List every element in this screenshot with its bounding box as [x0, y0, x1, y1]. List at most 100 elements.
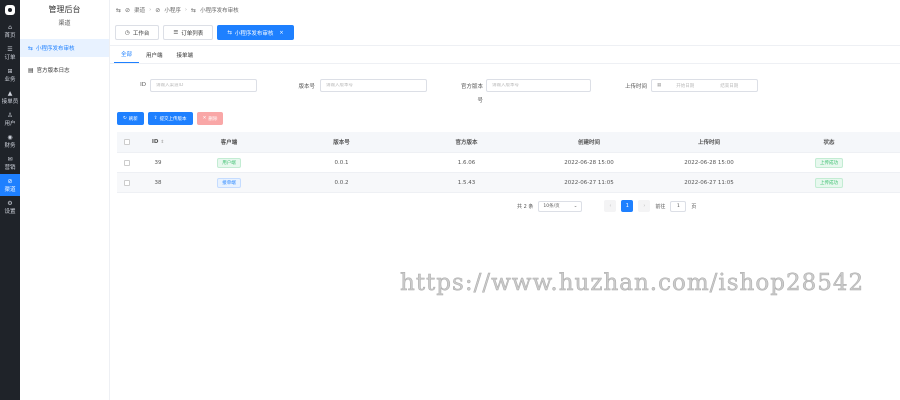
rail-item-chart[interactable]: ▲ 接单员 [0, 86, 20, 108]
subtab-user-client[interactable]: 用户端 [139, 46, 170, 63]
prev-page-button[interactable]: ‹ [604, 200, 617, 212]
rail-item-label: 用户 [4, 120, 16, 127]
start-date-placeholder: 开始日期 [676, 83, 695, 89]
chart-icon: ▲ [7, 89, 13, 97]
next-page-button[interactable]: › [638, 200, 651, 212]
column-header-id[interactable]: ID ⇕ [137, 139, 179, 145]
client-tag: 用户端 [217, 157, 241, 168]
main-nav-rail: ⌂ 首页 ☰ 订单 ⊞ 业务 ▲ 接单员 ♙ 用户 ◉ 财务 ✉ 营销 ⊘ 渠道 ⚙ 设置 [0, 0, 20, 400]
tab-order-list[interactable]: ☰ 订单列表 [163, 25, 214, 40]
sidebar-item-version-log[interactable]: ▤ 官方版本日志 [20, 61, 109, 79]
rail-item-label: 首页 [4, 32, 16, 39]
goto-label: 前往 [655, 203, 666, 210]
rail-item-label: 设置 [4, 208, 16, 215]
tab-workbench[interactable]: ◷ 工作台 [115, 25, 160, 40]
rail-item-finance[interactable]: ◉ 财务 [0, 130, 20, 152]
column-header-created-time: 创建时间 [577, 140, 600, 146]
row-checkbox[interactable] [117, 179, 137, 186]
submit-upload-button[interactable]: ⇧ 提交上传版本 [147, 112, 193, 125]
home-icon: ⌂ [8, 23, 12, 31]
rail-item-label: 财务 [4, 142, 16, 149]
marketing-icon: ✉ [7, 155, 13, 163]
official-version-input-box [486, 79, 591, 92]
submit-upload-label: 提交上传版本 [159, 116, 187, 122]
sidebar-item-label: 小程序发布审核 [36, 46, 75, 52]
column-header-official-version: 官方版本 [455, 140, 478, 146]
rail-item-order[interactable]: ☰ 订单 [0, 42, 20, 64]
order-icon: ☰ [7, 45, 13, 53]
breadcrumb-separator: › [184, 7, 188, 13]
delete-button[interactable]: ✕ 删除 [196, 112, 224, 125]
close-icon[interactable]: × [279, 30, 283, 36]
select-all-checkbox[interactable] [117, 139, 137, 145]
cell-official-version: 1.6.06 [457, 159, 476, 166]
watermark-text: https://www.huzhan.com/ishop28542 [400, 270, 865, 297]
sidebar-item-miniapp-review[interactable]: ⇆ 小程序发布审核 [20, 39, 109, 57]
cell-client: 用户端 [179, 157, 279, 168]
page-number-current[interactable]: 1 [621, 200, 634, 212]
user-icon: ♙ [7, 111, 13, 119]
total-count: 共 2 条 [517, 203, 534, 210]
refresh-button[interactable]: ↻ 刷新 [117, 112, 144, 125]
id-input[interactable] [156, 83, 256, 88]
cell-created-time: 2022-06-28 15:00 [564, 159, 614, 166]
breadcrumb-item[interactable]: 渠道 [134, 6, 145, 14]
rail-item-user[interactable]: ♙ 用户 [0, 108, 20, 130]
rail-item-business[interactable]: ⊞ 业务 [0, 64, 20, 86]
column-header-status: 状态 [823, 140, 835, 146]
cell-status: 上传成功 [769, 177, 889, 188]
subtab-worker-client[interactable]: 接单端 [170, 46, 201, 63]
rail-item-label: 订单 [4, 54, 16, 61]
cell-upload-time: 2022-06-27 11:05 [684, 179, 734, 186]
rail-item-home[interactable]: ⌂ 首页 [0, 20, 20, 42]
status-badge: 上传成功 [815, 177, 843, 188]
tab-label: 工作台 [132, 30, 150, 37]
switch-icon: ⇆ [227, 29, 232, 36]
delete-label: 删除 [208, 116, 218, 122]
client-filter-tabs: 全部 用户端 接单端 [110, 46, 900, 64]
cell-official-version: 1.5.43 [457, 179, 476, 186]
goto-page-input[interactable]: 1 [670, 200, 687, 212]
page-size-select[interactable]: 10条/页 ⌄ [538, 200, 583, 212]
rail-item-label: 渠道 [4, 186, 16, 193]
cell-id: 39 [154, 159, 162, 166]
cell-version: 0.0.2 [334, 179, 349, 186]
column-header-version: 版本号 [333, 140, 350, 146]
switch-icon: ⇆ [28, 44, 34, 52]
rail-item-settings[interactable]: ⚙ 设置 [0, 196, 20, 218]
date-range-picker[interactable]: ▦ 开始日期 结束日期 [651, 79, 758, 92]
tab-label: 小程序发布审核 [234, 30, 274, 37]
breadcrumb-item[interactable]: 小程序 [164, 6, 181, 14]
version-input[interactable] [326, 83, 426, 88]
document-icon: ▤ [28, 66, 34, 74]
page-unit-label: 页 [691, 203, 697, 210]
rail-item-marketing[interactable]: ✉ 营销 [0, 152, 20, 174]
refresh-icon: ↻ [123, 116, 127, 121]
chevron-down-icon: ⌄ [573, 203, 578, 209]
subtab-all[interactable]: 全部 [114, 46, 140, 63]
id-input-box [150, 79, 257, 92]
official-version-input[interactable] [492, 83, 590, 88]
sidebar-item-label: 官方版本日志 [36, 68, 70, 74]
breadcrumb-item-current: 小程序发布审核 [200, 8, 239, 14]
clock-icon: ◷ [125, 29, 130, 36]
collapse-menu-icon[interactable]: ⇆ [116, 7, 121, 14]
calendar-icon: ▦ [657, 83, 662, 88]
sub-sidebar: 管理后台 渠道 ⇆ 小程序发布审核 ▤ 官方版本日志 [20, 0, 110, 400]
column-header-client: 客户端 [220, 140, 238, 146]
list-icon: ☰ [173, 29, 179, 36]
sort-icon[interactable]: ⇕ [160, 140, 164, 145]
row-checkbox[interactable] [117, 159, 137, 166]
client-tag: 接单端 [217, 177, 241, 188]
search-form: ID 版本号 官方版本 号 上传时间 ▦ 开始日期 结束日期 [110, 79, 900, 109]
tab-miniapp-review[interactable]: ⇆ 小程序发布审核 × [217, 25, 294, 40]
upload-icon: ⇧ [153, 116, 158, 121]
official-version-label-wrap: 号 [477, 98, 483, 104]
version-input-box [320, 79, 427, 92]
rail-item-channel[interactable]: ⊘ 渠道 [0, 174, 20, 196]
cell-created-time: 2022-06-27 11:05 [564, 179, 614, 186]
refresh-label: 刷新 [128, 116, 138, 122]
channel-icon: ⊘ [125, 6, 131, 14]
cell-upload-time: 2022-06-28 15:00 [684, 159, 734, 166]
tab-label: 订单列表 [181, 30, 204, 37]
